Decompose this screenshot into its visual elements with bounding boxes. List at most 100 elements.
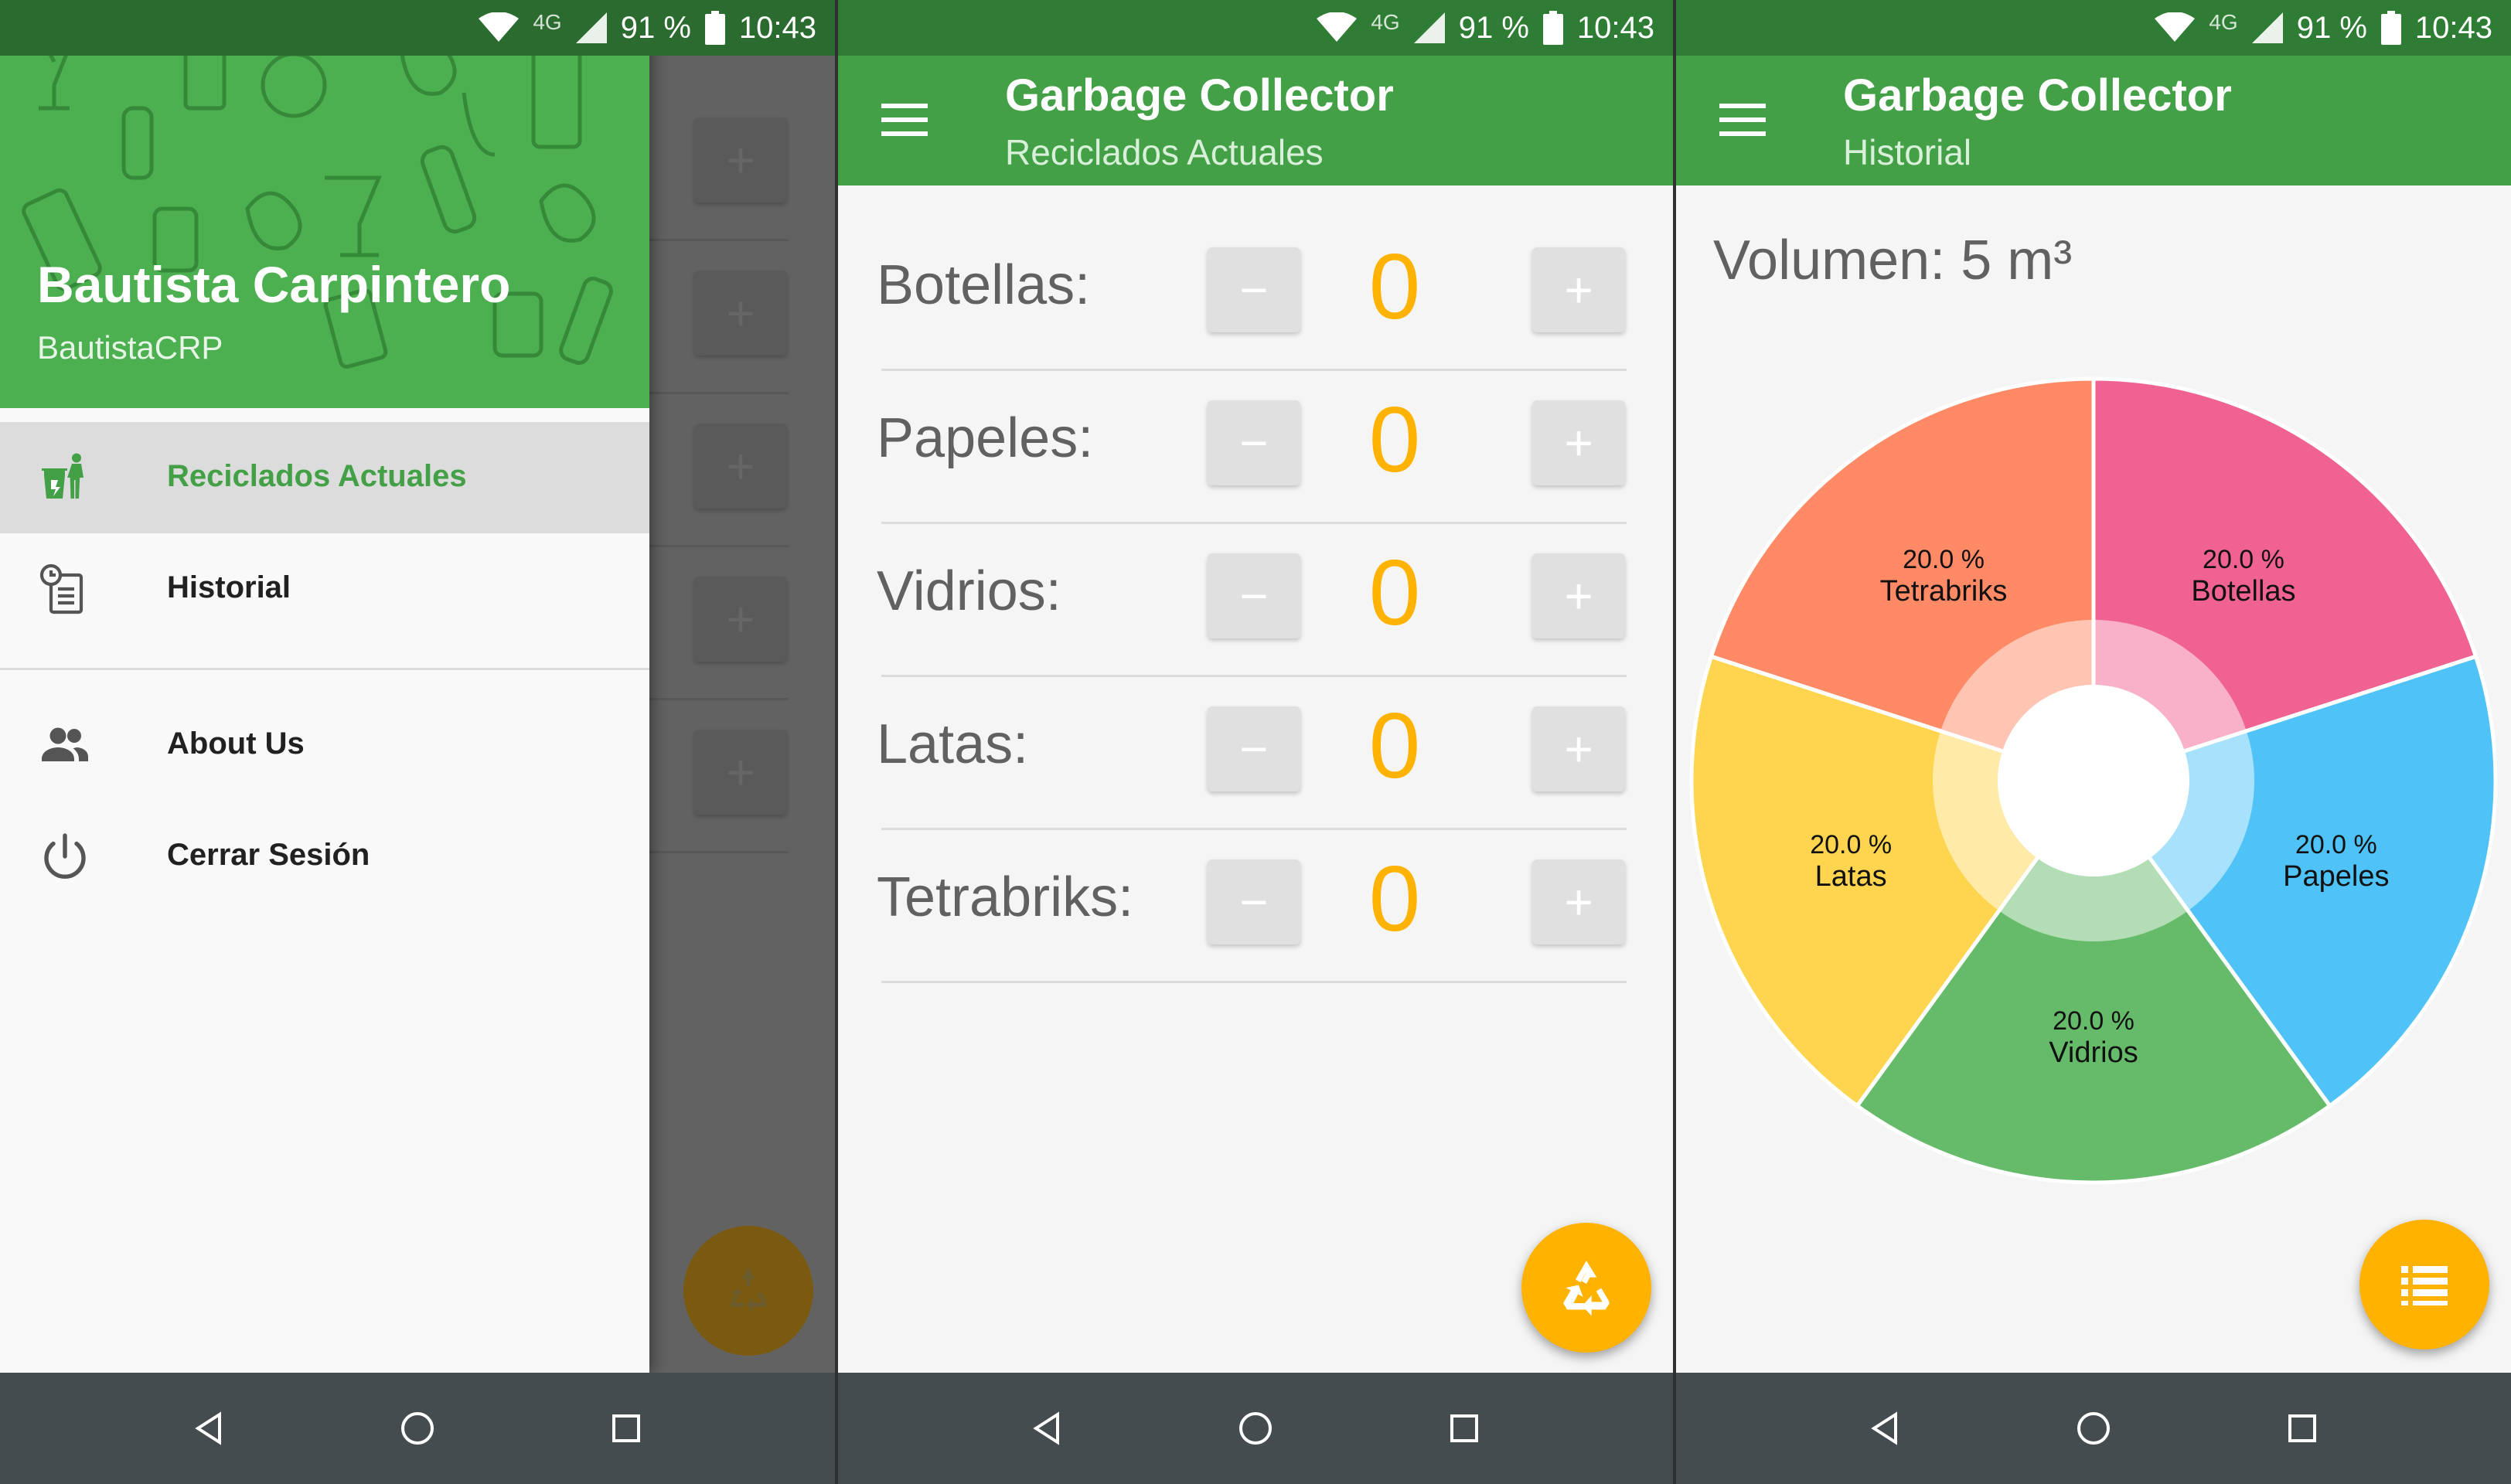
increment-button[interactable]: + bbox=[1532, 553, 1625, 638]
recycle-icon bbox=[1563, 1261, 1610, 1316]
back-button[interactable] bbox=[1019, 1401, 1075, 1456]
increment-button[interactable]: + bbox=[1532, 400, 1625, 485]
decrement-button[interactable]: − bbox=[1208, 400, 1300, 485]
counter-value: 0 bbox=[1368, 541, 1421, 645]
plus-icon: + bbox=[1564, 568, 1593, 624]
home-button[interactable] bbox=[1228, 1401, 1283, 1456]
back-icon bbox=[195, 1411, 221, 1445]
drawer-header: Bautista Carpintero BautistaCRP bbox=[0, 0, 649, 408]
back-button[interactable] bbox=[1857, 1401, 1913, 1456]
home-button[interactable] bbox=[390, 1401, 445, 1456]
system-nav-bar bbox=[0, 1373, 835, 1484]
pie-category-label: Latas bbox=[1815, 860, 1887, 893]
pie-category-label: Vidrios bbox=[2049, 1036, 2138, 1069]
volume-label: Volumen: 5 m³ bbox=[1713, 230, 2073, 291]
drawer-item-label: Historial bbox=[167, 570, 291, 604]
counter-value: 0 bbox=[1368, 847, 1421, 951]
plus-icon: + bbox=[1564, 874, 1593, 930]
recents-button[interactable] bbox=[2274, 1401, 2330, 1456]
wifi-icon bbox=[2155, 12, 2196, 42]
counter-value: 0 bbox=[1368, 694, 1421, 798]
counter-label: Vidrios: bbox=[877, 560, 1061, 622]
pie-percent-label: 20.0 % bbox=[1810, 830, 1892, 859]
counter-value: 0 bbox=[1368, 388, 1421, 492]
navigation-drawer: Bautista Carpintero BautistaCRP Reciclad… bbox=[0, 0, 649, 1373]
battery-icon bbox=[1542, 11, 1563, 45]
pie-category-label: Tetrabriks bbox=[1880, 575, 2008, 608]
drawer-item-reciclados-actuales[interactable]: Reciclados Actuales bbox=[0, 422, 649, 533]
increment-button[interactable]: + bbox=[1532, 706, 1625, 791]
history-pie-chart: 20.0 %Botellas20.0 %Papeles20.0 %Vidrios… bbox=[1689, 376, 2498, 1185]
recents-icon bbox=[1450, 1414, 1478, 1442]
decrement-button[interactable]: − bbox=[1208, 247, 1300, 332]
increment-button[interactable]: + bbox=[1532, 859, 1625, 945]
signal-icon bbox=[1413, 12, 1445, 43]
app-title: Garbage Collector bbox=[1005, 70, 1394, 121]
decrement-button[interactable]: − bbox=[1208, 553, 1300, 638]
battery-percent: 91 % bbox=[2296, 10, 2367, 45]
minus-icon: − bbox=[1239, 721, 1269, 777]
pie-percent-label: 20.0 % bbox=[2203, 545, 2284, 574]
recents-icon bbox=[612, 1414, 640, 1442]
system-nav-bar bbox=[838, 1373, 1673, 1484]
back-button[interactable] bbox=[181, 1401, 237, 1456]
decrement-button[interactable]: − bbox=[1208, 859, 1300, 945]
minus-icon: − bbox=[1239, 568, 1269, 624]
row-divider bbox=[881, 981, 1627, 983]
drawer-screen: +++++ bbox=[0, 0, 835, 1484]
battery-icon bbox=[2380, 11, 2401, 45]
menu-icon[interactable] bbox=[1719, 100, 1766, 141]
username: BautistaCRP bbox=[37, 329, 223, 366]
recycle-icon bbox=[730, 1268, 767, 1312]
history-icon bbox=[37, 561, 93, 617]
recycle-fab-dimmed bbox=[683, 1226, 813, 1356]
back-icon bbox=[1871, 1411, 1897, 1445]
system-nav-bar bbox=[1676, 1373, 2511, 1484]
pie-category-label: Papeles bbox=[2283, 860, 2389, 893]
decrement-button[interactable]: − bbox=[1208, 706, 1300, 791]
drawer-item-label: About Us bbox=[167, 727, 305, 761]
recents-button[interactable] bbox=[598, 1401, 654, 1456]
plus-icon: + bbox=[1564, 262, 1593, 318]
recycle-fab[interactable] bbox=[1521, 1223, 1651, 1353]
app-title: Garbage Collector bbox=[1843, 70, 2232, 121]
battery-percent: 91 % bbox=[1458, 10, 1529, 45]
menu-icon[interactable] bbox=[881, 100, 928, 141]
drawer-item-label: Cerrar Sesión bbox=[167, 838, 370, 872]
status-bar: 4G 91 % 10:43 bbox=[0, 0, 835, 56]
clock: 10:43 bbox=[738, 10, 816, 45]
home-icon bbox=[1239, 1412, 1272, 1445]
app-bar: Garbage Collector Historial bbox=[1676, 56, 2511, 186]
wifi-icon bbox=[479, 12, 520, 42]
pie-percent-label: 20.0 % bbox=[2053, 1006, 2135, 1036]
recents-button[interactable] bbox=[1436, 1401, 1492, 1456]
list-icon bbox=[2401, 1266, 2448, 1305]
wifi-icon bbox=[1317, 12, 1358, 42]
clock: 10:43 bbox=[2414, 10, 2492, 45]
clock: 10:43 bbox=[1576, 10, 1654, 45]
signal-icon bbox=[575, 12, 607, 43]
list-fab[interactable] bbox=[2359, 1220, 2489, 1350]
counter-label: Tetrabriks: bbox=[877, 866, 1134, 928]
home-button[interactable] bbox=[2066, 1401, 2121, 1456]
counter-screen: 4G 91 % 10:43 Garbage Collector Reciclad… bbox=[838, 0, 1673, 1484]
screen-subtitle: Historial bbox=[1843, 132, 1972, 172]
home-icon bbox=[401, 1412, 434, 1445]
network-type: 4G bbox=[1371, 10, 1400, 34]
pie-center-hole bbox=[1998, 685, 2189, 876]
drawer-item-historial[interactable]: Historial bbox=[0, 533, 649, 645]
plus-icon: + bbox=[1564, 415, 1593, 471]
counter-row: Papeles: − 0 + bbox=[838, 371, 1673, 524]
recents-icon bbox=[2288, 1414, 2316, 1442]
network-type: 4G bbox=[2209, 10, 2238, 34]
increment-button[interactable]: + bbox=[1532, 247, 1625, 332]
counter-row: Latas: − 0 + bbox=[838, 677, 1673, 830]
counter-row: Vidrios: − 0 + bbox=[838, 524, 1673, 677]
status-bar: 4G 91 % 10:43 bbox=[1676, 0, 2511, 56]
drawer-item-cerrar-sesion[interactable]: Cerrar Sesión bbox=[0, 801, 649, 912]
back-icon bbox=[1033, 1411, 1059, 1445]
pie-percent-label: 20.0 % bbox=[1903, 545, 1985, 574]
pie-percent-label: 20.0 % bbox=[2295, 830, 2377, 859]
counter-label: Latas: bbox=[877, 713, 1029, 775]
drawer-item-about-us[interactable]: About Us bbox=[0, 689, 649, 801]
